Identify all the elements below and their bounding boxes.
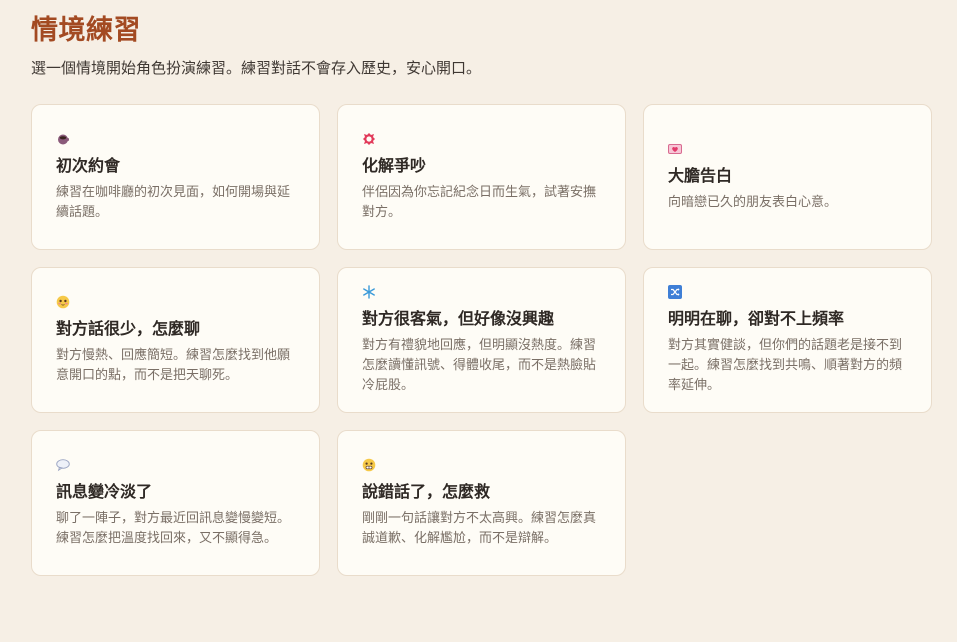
scenario-title: 初次約會 bbox=[56, 155, 121, 175]
scenario-title: 對方很客氣，但好像沒興趣 bbox=[362, 308, 555, 328]
scenario-card-quiet-partner[interactable]: 對方話很少，怎麼聊 對方慢熱、回應簡短。練習怎麼找到他願意開口的點，而不是把天聊… bbox=[31, 267, 320, 413]
scenario-description: 對方慢熱、回應簡短。練習怎麼找到他願意開口的點，而不是把天聊死。 bbox=[56, 347, 291, 383]
scenario-practice-page: 情境練習 選一個情境開始角色扮演練習。練習對話不會存入歷史，安心開口。 初次約會… bbox=[0, 0, 957, 642]
shy-face-icon bbox=[56, 295, 70, 309]
scenario-title: 訊息變冷淡了 bbox=[56, 481, 153, 501]
scenario-title: 對方話很少，怎麼聊 bbox=[56, 318, 201, 338]
scenario-title: 大膽告白 bbox=[668, 165, 733, 185]
page-subtitle: 選一個情境開始角色扮演練習。練習對話不會存入歷史，安心開口。 bbox=[31, 59, 482, 77]
love-letter-icon bbox=[668, 142, 682, 156]
scenario-card-cold-messages[interactable]: 訊息變冷淡了 聊了一陣子，對方最近回訊息變慢變短。練習怎麼把溫度找回來，又不顯得… bbox=[31, 430, 320, 576]
scenario-card-off-frequency[interactable]: 明明在聊，卻對不上頻率 對方其實健談，但你們的話題老是接不到一起。練習怎麼找到共… bbox=[643, 267, 932, 413]
scenario-card-resolve-argument[interactable]: 化解爭吵 伴侶因為你忘記紀念日而生氣，試著安撫對方。 bbox=[337, 104, 626, 250]
scenario-title: 說錯話了，怎麼救 bbox=[362, 481, 491, 501]
anger-icon bbox=[362, 132, 376, 146]
page-title: 情境練習 bbox=[31, 15, 141, 46]
grimace-face-icon bbox=[362, 458, 376, 472]
scenario-description: 對方其實健談，但你們的話題老是接不到一起。練習怎麼找到共鳴、順著對方的頻率延伸。 bbox=[668, 337, 903, 393]
scenario-card-first-date[interactable]: 初次約會 練習在咖啡廳的初次見面，如何開場與延續話題。 bbox=[31, 104, 320, 250]
scenario-card-said-wrong-thing[interactable]: 說錯話了，怎麼救 剛剛一句話讓對方不太高興。練習怎麼真誠道歉、化解尷尬，而不是辯… bbox=[337, 430, 626, 576]
scenario-description: 聊了一陣子，對方最近回訊息變慢變短。練習怎麼把溫度找回來，又不顯得急。 bbox=[56, 510, 291, 546]
speech-bubble-icon bbox=[56, 458, 70, 472]
scenario-description: 伴侶因為你忘記紀念日而生氣，試著安撫對方。 bbox=[362, 184, 597, 220]
scenario-card-confession[interactable]: 大膽告白 向暗戀已久的朋友表白心意。 bbox=[643, 104, 932, 250]
snowflake-icon bbox=[362, 284, 376, 299]
scenario-description: 練習在咖啡廳的初次見面，如何開場與延續話題。 bbox=[56, 184, 291, 220]
scenario-description: 向暗戀已久的朋友表白心意。 bbox=[668, 194, 838, 210]
coffee-icon bbox=[56, 132, 70, 146]
scenario-title: 化解爭吵 bbox=[362, 155, 427, 175]
shuffle-icon bbox=[668, 284, 682, 299]
scenario-description: 對方有禮貌地回應，但明顯沒熱度。練習怎麼讀懂訊號、得體收尾，而不是熱臉貼冷屁股。 bbox=[362, 337, 597, 393]
scenario-description: 剛剛一句話讓對方不太高興。練習怎麼真誠道歉、化解尷尬，而不是辯解。 bbox=[362, 510, 597, 546]
scenario-card-polite-no-interest[interactable]: 對方很客氣，但好像沒興趣 對方有禮貌地回應，但明顯沒熱度。練習怎麼讀懂訊號、得體… bbox=[337, 267, 626, 413]
scenario-grid: 初次約會 練習在咖啡廳的初次見面，如何開場與延續話題。 化解爭吵 伴侶因為你忘記… bbox=[31, 104, 932, 576]
scenario-title: 明明在聊，卻對不上頻率 bbox=[668, 308, 845, 328]
